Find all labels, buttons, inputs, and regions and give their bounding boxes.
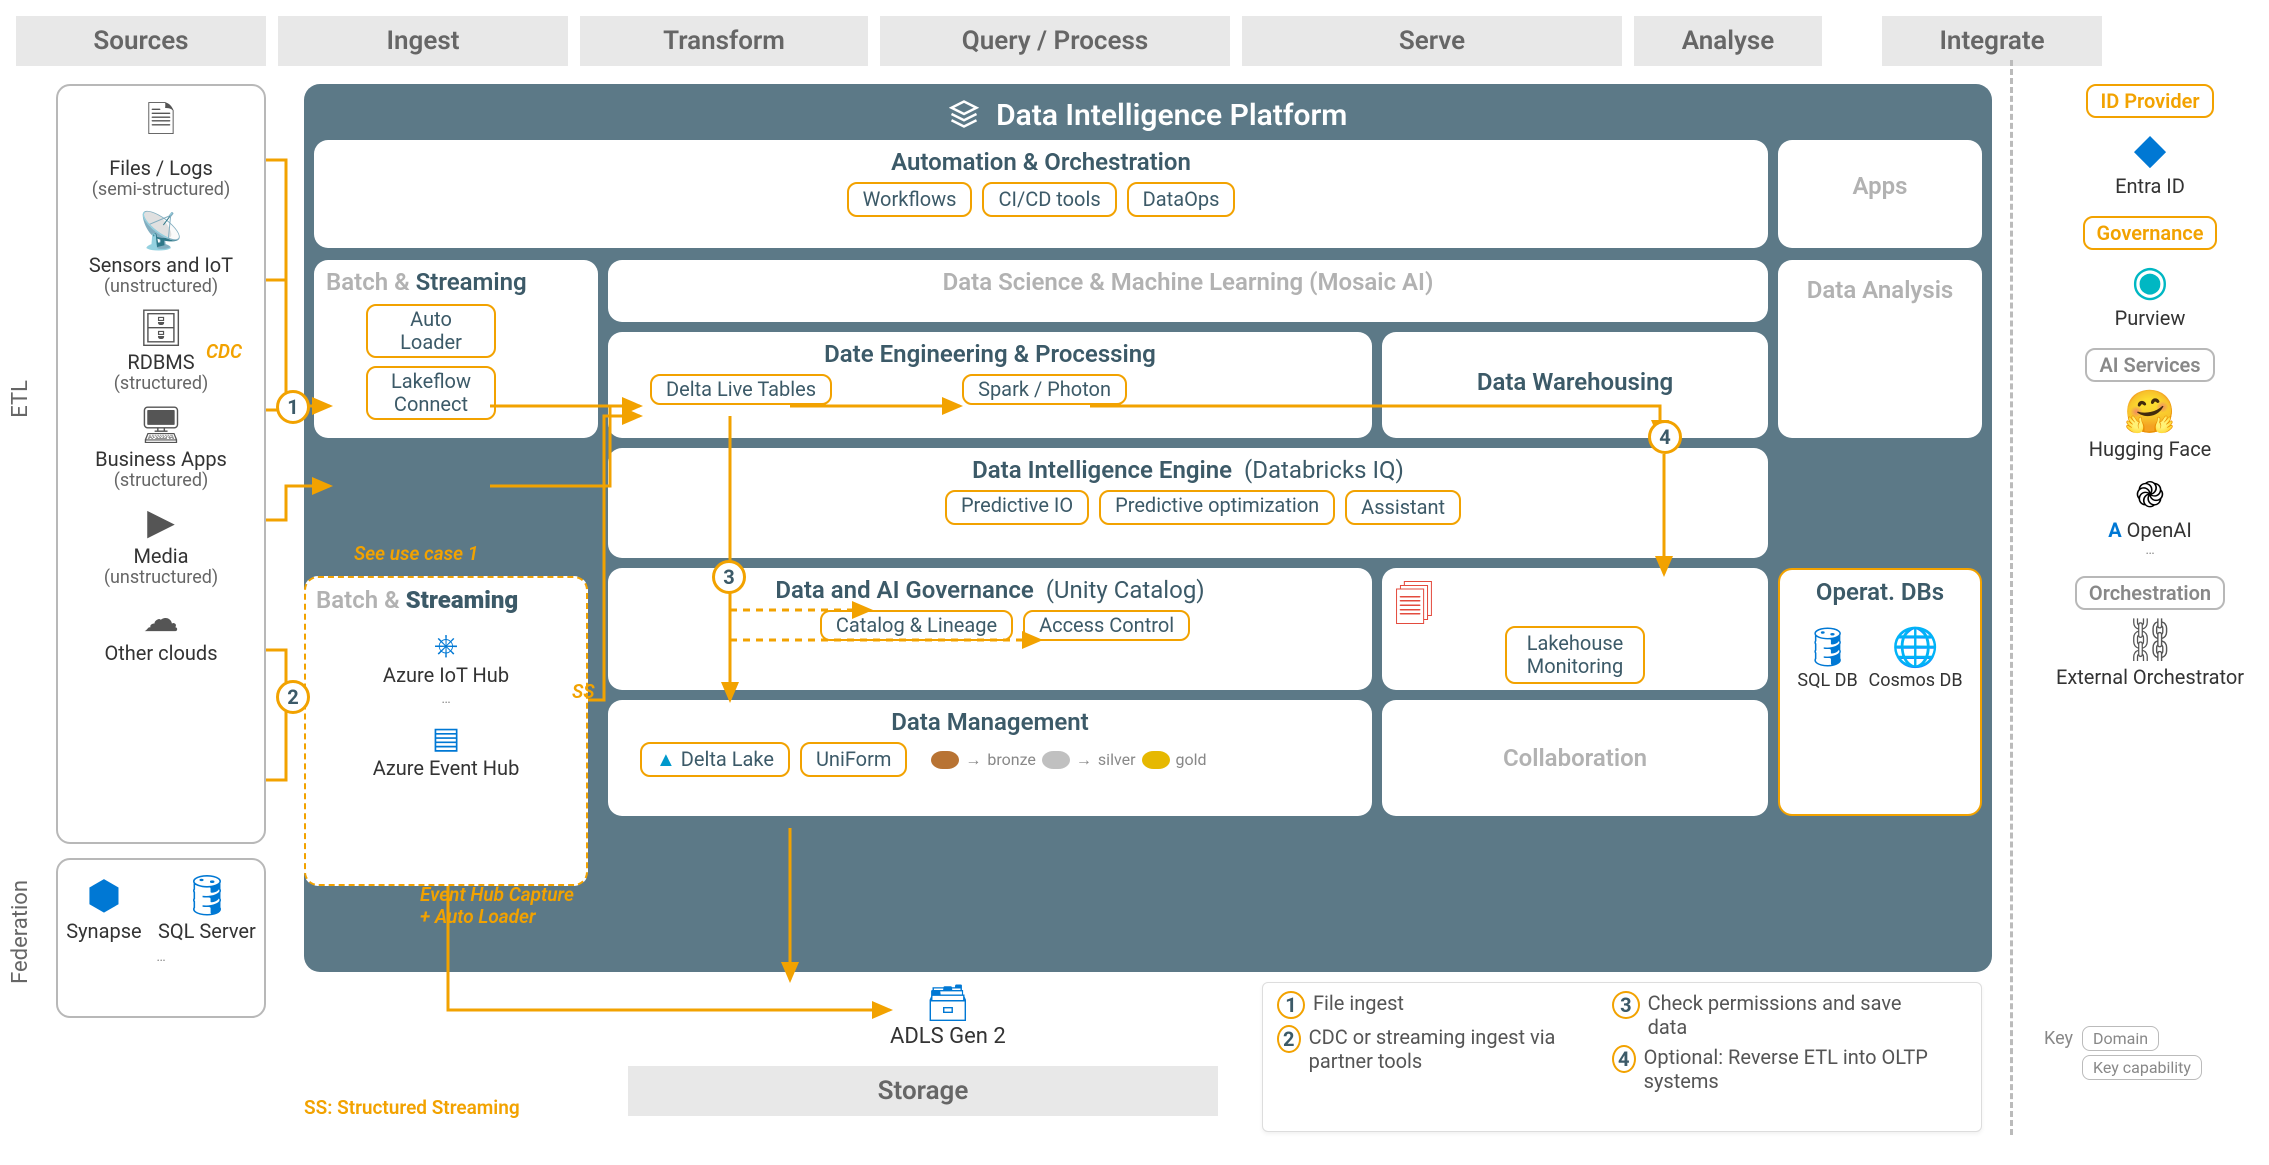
- col-serve: Serve: [1242, 16, 1622, 66]
- chip-lakeflow: Lakeflow Connect: [366, 366, 496, 420]
- sources-panel: 🗎 Files / Logs (semi-structured) 📡 Senso…: [56, 84, 266, 844]
- col-analyse: Analyse: [1634, 16, 1822, 66]
- openai-icon: ֎: [2050, 469, 2250, 518]
- step-3-marker: 3: [712, 560, 746, 594]
- step-1-marker: 1: [276, 390, 310, 424]
- silver-icon: [1042, 751, 1070, 769]
- section-collaboration: Collaboration: [1382, 700, 1768, 816]
- huggingface-icon: 🤗: [2050, 388, 2250, 437]
- section-warehousing: Data Warehousing: [1382, 332, 1768, 438]
- chip-delta-lake: ▲ Delta Lake: [640, 742, 790, 777]
- opdb-cosmos: 🌐Cosmos DB: [1868, 626, 1962, 691]
- iot-icon: 📡: [66, 210, 256, 252]
- platform-title: Data Intelligence Platform: [314, 98, 1982, 137]
- section-lakehouse-monitoring: 🗐 Lakehouse Monitoring: [1382, 568, 1768, 690]
- domain-key-legend: Key Domain Key capability: [2044, 1026, 2202, 1080]
- column-headers: Sources Ingest Transform Query / Process…: [16, 16, 2253, 66]
- adls-gen2: 🗃 ADLS Gen 2: [890, 982, 1006, 1049]
- section-automation: Automation & Orchestration Workflows CI/…: [314, 140, 1768, 248]
- media-icon: ▶: [66, 501, 256, 543]
- federation-label: Federation: [8, 880, 33, 984]
- integrate-divider: [2010, 60, 2013, 1135]
- cosmos-db-icon: 🌐: [1892, 626, 1939, 670]
- step-2-marker: 2: [276, 680, 310, 714]
- section-apps: Apps: [1778, 140, 1982, 248]
- fed-sqlserver: 🛢 SQL Server: [158, 872, 256, 943]
- section-data-management: Data Management ▲ Delta Lake UniForm → b…: [608, 700, 1372, 816]
- cdc-annotation: CDC: [206, 340, 242, 363]
- storage-bar: Storage: [628, 1066, 1218, 1116]
- orchestration-label: Orchestration: [2075, 576, 2225, 610]
- chip-spark-photon: Spark / Photon: [962, 374, 1127, 405]
- app-icon: 🖥: [66, 404, 256, 446]
- chip-dataops: DataOps: [1127, 182, 1236, 217]
- etl-label: ETL: [8, 380, 33, 418]
- section-batch-streaming-1: Batch & Streaming Auto Loader Lakeflow C…: [314, 260, 598, 438]
- synapse-icon: ⬢: [86, 872, 121, 919]
- source-bizapps: 🖥 Business Apps (structured): [66, 404, 256, 491]
- see-usecase-annotation: See use case 1: [354, 542, 478, 565]
- azure-event-hub: ▤ Azure Event Hub: [316, 721, 576, 780]
- chip-predictive-opt: Predictive optimization: [1099, 490, 1335, 525]
- report-icon: 🗐: [1394, 576, 1434, 644]
- section-engineering: Date Engineering & Processing Delta Live…: [608, 332, 1372, 438]
- sql-db-icon: 🛢: [1803, 626, 1851, 670]
- file-icon: 🗎: [66, 94, 256, 155]
- sqlserver-icon: 🛢: [182, 872, 233, 919]
- delta-icon: ▲: [656, 747, 676, 771]
- opdb-sql: 🛢SQL DB: [1797, 626, 1857, 691]
- col-ingest: Ingest: [278, 16, 568, 66]
- source-media: ▶ Media (unstructured): [66, 501, 256, 588]
- chip-workflows: Workflows: [847, 182, 973, 217]
- integrate-column: ID Provider ◆ Entra ID Governance ◉ Purv…: [2050, 84, 2250, 707]
- col-query: Query / Process: [880, 16, 1230, 66]
- purview-icon: ◉: [2050, 256, 2250, 306]
- col-transform: Transform: [580, 16, 868, 66]
- medallion-layers: → bronze → silver gold: [931, 742, 1206, 777]
- section-operational-dbs: Operat. DBs 🛢SQL DB 🌐Cosmos DB: [1778, 568, 1982, 816]
- section-intelligence-engine: Data Intelligence Engine (Databricks IQ)…: [608, 448, 1768, 558]
- chip-assistant: Assistant: [1345, 490, 1461, 525]
- chip-cicd: CI/CD tools: [982, 182, 1116, 217]
- section-analysis: Data Analysis: [1778, 260, 1982, 438]
- chip-uniform: UniForm: [800, 742, 907, 777]
- cloud-icon: ☁: [66, 598, 256, 640]
- section-dsml: Data Science & Machine Learning (Mosaic …: [608, 260, 1768, 322]
- col-integrate: Integrate: [1882, 16, 2102, 66]
- ss-definition: SS: Structured Streaming: [304, 1096, 520, 1119]
- chip-catalog-lineage: Catalog & Lineage: [820, 610, 1013, 641]
- federation-panel: ⬢ Synapse 🛢 SQL Server …: [56, 858, 266, 1018]
- adls-icon: 🗃: [890, 982, 1006, 1024]
- bronze-icon: [931, 751, 959, 769]
- source-files: 🗎 Files / Logs (semi-structured): [66, 94, 256, 200]
- section-batch-streaming-2: Batch & Streaming ⎈ Azure IoT Hub … ▤ Az…: [304, 576, 588, 886]
- chip-predictive-io: Predictive IO: [945, 490, 1089, 525]
- step-4-marker: 4: [1648, 420, 1682, 454]
- chip-lakehouse-monitoring: Lakehouse Monitoring: [1505, 626, 1645, 684]
- chip-dlt: Delta Live Tables: [650, 374, 832, 405]
- ai-services-label: AI Services: [2085, 348, 2214, 382]
- iot-hub-icon: ⎈: [434, 628, 458, 663]
- event-hub-icon: ▤: [432, 721, 460, 756]
- governance-label: Governance: [2083, 216, 2218, 250]
- fed-synapse: ⬢ Synapse: [66, 872, 141, 943]
- ss-annotation: SS: [572, 680, 595, 703]
- key-legend-box: 1File ingest 2CDC or streaming ingest vi…: [1262, 982, 1982, 1132]
- eventhub-annotation: Event Hub Capture + Auto Loader: [420, 884, 580, 928]
- chip-autoloader: Auto Loader: [366, 304, 496, 358]
- gold-icon: [1142, 751, 1170, 769]
- entra-id-icon: ◆: [2050, 124, 2250, 174]
- orchestrator-icon: ⛓: [2050, 616, 2250, 665]
- id-provider-label: ID Provider: [2086, 84, 2213, 118]
- azure-iot-hub: ⎈ Azure IoT Hub: [316, 628, 576, 687]
- source-iot: 📡 Sensors and IoT (unstructured): [66, 210, 256, 297]
- source-clouds: ☁ Other clouds: [66, 598, 256, 664]
- chip-access-control: Access Control: [1023, 610, 1190, 641]
- col-sources: Sources: [16, 16, 266, 66]
- layers-icon: [949, 99, 979, 137]
